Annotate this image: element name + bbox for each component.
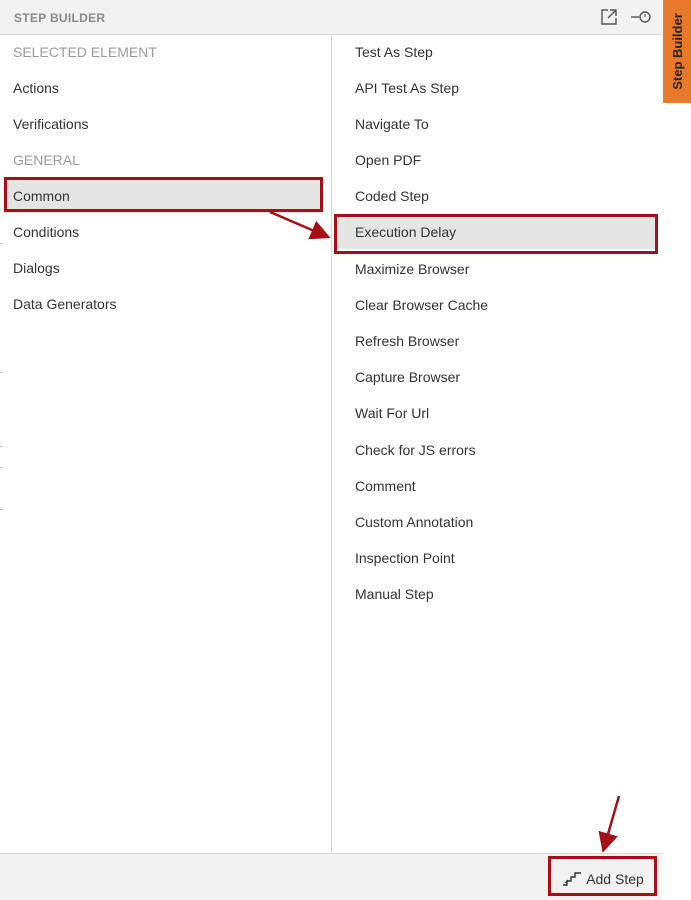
category-conditions[interactable]: Conditions bbox=[4, 215, 321, 249]
popout-button[interactable] bbox=[598, 6, 620, 28]
step-inspection-point[interactable]: Inspection Point bbox=[335, 541, 656, 575]
section-header-general: GENERAL bbox=[13, 152, 80, 168]
pin-icon bbox=[631, 11, 651, 23]
steps-icon bbox=[563, 872, 582, 886]
step-list: Test As Step API Test As Step Navigate T… bbox=[333, 35, 662, 853]
category-common[interactable]: Common bbox=[4, 179, 321, 213]
step-navigate-to[interactable]: Navigate To bbox=[335, 107, 656, 141]
pin-button[interactable] bbox=[628, 6, 654, 28]
edge-tick bbox=[0, 509, 3, 510]
step-capture-browser[interactable]: Capture Browser bbox=[335, 360, 656, 394]
external-window-icon bbox=[601, 9, 617, 25]
step-execution-delay[interactable]: Execution Delay bbox=[335, 215, 656, 249]
category-data-generators[interactable]: Data Generators bbox=[4, 287, 321, 321]
step-manual-step[interactable]: Manual Step bbox=[335, 577, 656, 611]
add-step-label: Add Step bbox=[586, 871, 644, 887]
panel-header: STEP BUILDER bbox=[0, 0, 662, 35]
panel-footer: Add Step bbox=[0, 853, 662, 900]
step-maximize-browser[interactable]: Maximize Browser bbox=[335, 252, 656, 286]
step-custom-annotation[interactable]: Custom Annotation bbox=[335, 505, 656, 539]
step-api-test-as-step[interactable]: API Test As Step bbox=[335, 71, 656, 105]
step-coded-step[interactable]: Coded Step bbox=[335, 179, 656, 213]
edge-tick bbox=[0, 446, 3, 447]
step-comment[interactable]: Comment bbox=[335, 469, 656, 503]
step-clear-browser-cache[interactable]: Clear Browser Cache bbox=[335, 288, 656, 322]
add-step-button[interactable]: Add Step bbox=[552, 863, 654, 895]
side-tab-step-builder[interactable]: Step Builder bbox=[663, 0, 691, 103]
category-list: SELECTED ELEMENT Actions Verifications G… bbox=[0, 35, 332, 853]
edge-tick bbox=[0, 243, 3, 244]
category-dialogs[interactable]: Dialogs bbox=[4, 251, 321, 285]
step-refresh-browser[interactable]: Refresh Browser bbox=[335, 324, 656, 358]
category-verifications[interactable]: Verifications bbox=[4, 107, 321, 141]
category-actions[interactable]: Actions bbox=[4, 71, 321, 105]
section-header-selected-element: SELECTED ELEMENT bbox=[13, 44, 157, 60]
panel-title: STEP BUILDER bbox=[14, 11, 106, 25]
step-wait-for-url[interactable]: Wait For Url bbox=[335, 396, 656, 430]
edge-tick bbox=[0, 372, 3, 373]
step-check-js-errors[interactable]: Check for JS errors bbox=[335, 433, 656, 467]
edge-tick bbox=[0, 467, 3, 468]
step-builder-panel: STEP BUILDER SELECTED ELEMENT Actions Ve… bbox=[0, 0, 662, 900]
step-test-as-step[interactable]: Test As Step bbox=[335, 35, 656, 69]
side-tab-label: Step Builder bbox=[669, 13, 685, 90]
step-open-pdf[interactable]: Open PDF bbox=[335, 143, 656, 177]
